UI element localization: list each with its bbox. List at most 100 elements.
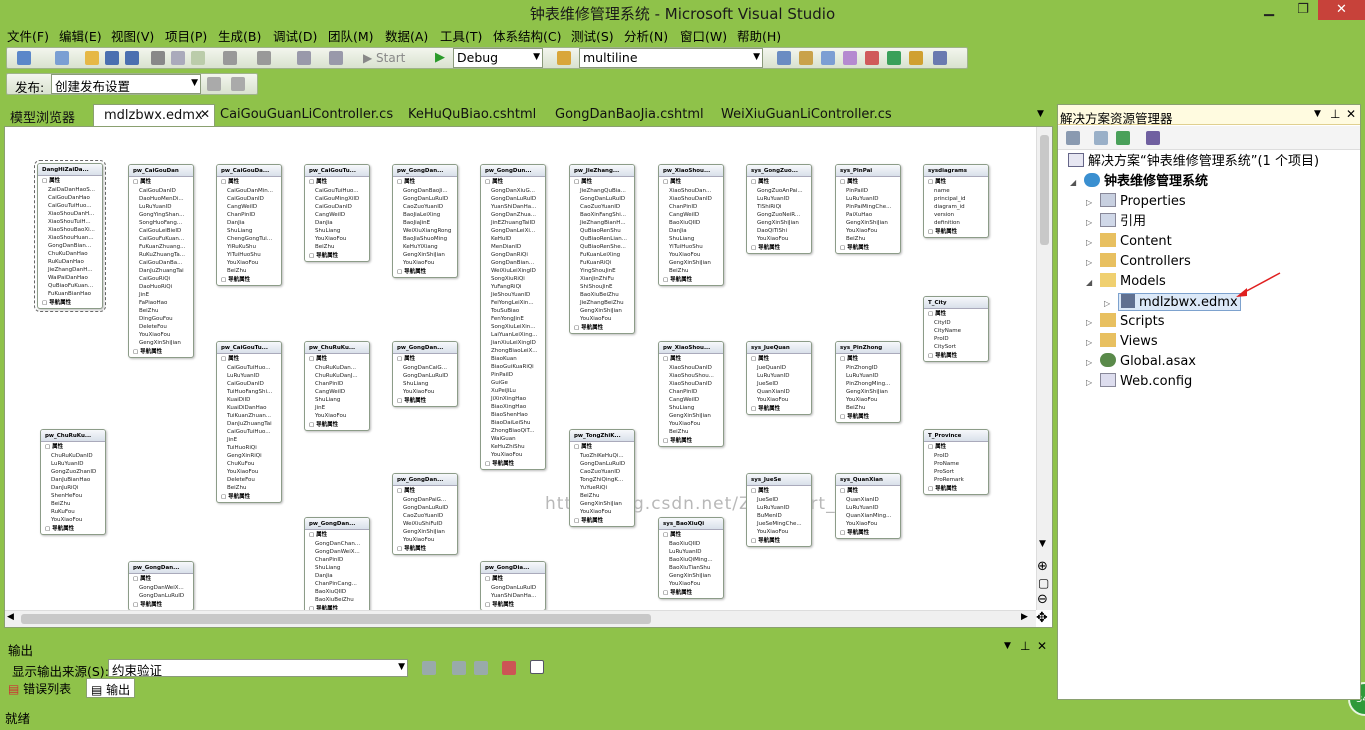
entity-property[interactable]: YiTuiHuoShu <box>659 243 723 251</box>
entity-property[interactable]: GongDanCaiG... <box>393 364 457 372</box>
entity-property[interactable]: YouXiaoFou <box>393 259 457 267</box>
entity-4[interactable]: pw_GongDan... ▢ 属性 GongDanBaoJi... GongDanL… <box>392 164 458 278</box>
entity-property[interactable]: KuaiDiDanHao <box>217 404 281 412</box>
entity-24[interactable]: sys_JueSe ▢ 属性 JueSeID LuRuYuanID BuMenID Jue… <box>746 473 812 547</box>
copy-icon[interactable] <box>171 51 185 65</box>
entity-property[interactable]: ShuLiang <box>393 380 457 388</box>
entity-property[interactable]: ChanPinID <box>305 556 369 564</box>
entity-property[interactable]: ProID <box>924 452 988 460</box>
menu-debug[interactable]: 调试(D) <box>273 26 317 45</box>
entity-property[interactable]: JueSeMingChe... <box>747 520 811 528</box>
entity-property[interactable]: LaiYuanLeiXing... <box>481 331 545 339</box>
tree-solution-root[interactable]: 解决方案“钟表维修管理系统”(1 个项目) <box>1068 153 1319 171</box>
entity-property[interactable]: LuRuYuanID <box>217 372 281 380</box>
entity-property[interactable]: TuiHuoFangShi... <box>217 388 281 396</box>
entity-property[interactable]: ZhongBiaoQiT... <box>481 427 545 435</box>
entity-12[interactable]: pw_ChuRuKu... ▢ 属性 ChuRuKuDan... ChuRuKuDan… <box>304 341 370 431</box>
entity-property[interactable]: CityID <box>924 319 988 327</box>
find-combo[interactable]: multiline ▼ <box>579 48 763 68</box>
entity-property[interactable]: PinZhongID <box>836 364 900 372</box>
entity-10[interactable]: sysdiagrams ▢ 属性 name principal_id diagram_i… <box>923 164 989 238</box>
entity-property[interactable]: QuBiaoRenLian... <box>570 235 634 243</box>
tree-project[interactable]: ◢ 钟表维修管理系统 <box>1070 173 1208 191</box>
entity-property[interactable]: GongDanBian... <box>38 242 102 250</box>
entity-property[interactable]: QuanXianMing... <box>836 512 900 520</box>
publish-profile-select[interactable]: 创建发布设置 ▼ <box>51 74 201 94</box>
entity-property[interactable]: CaiGouFuKuan... <box>129 235 193 243</box>
menu-data[interactable]: 数据(A) <box>385 26 428 45</box>
tools-icon[interactable] <box>865 51 879 65</box>
entity-property[interactable]: ChanPinID <box>217 211 281 219</box>
entity-property[interactable]: CangWeiID <box>659 396 723 404</box>
entity-property[interactable]: GengXinShiJian <box>659 572 723 580</box>
entity-6[interactable]: pw_JieZhang... ▢ 属性 JieZhangQuBia... GongDa… <box>569 164 635 334</box>
entity-27[interactable]: sys_BaoXiuQi ▢ 属性 BaoXiuQIID LuRuYuanID BaoX… <box>658 517 724 599</box>
entity-property[interactable]: PinPaiID <box>481 371 545 379</box>
entity-property[interactable]: FeiYongLeiXin... <box>481 299 545 307</box>
entity-property[interactable]: JinEZhuangTaiID <box>481 219 545 227</box>
entity-property[interactable]: GongDanBian... <box>481 259 545 267</box>
find-message-icon[interactable] <box>422 661 436 675</box>
entity-property[interactable]: CaiGouMingXiID <box>305 195 369 203</box>
entity-property[interactable]: WeiXiuXiangRong <box>393 227 457 235</box>
entity-property[interactable]: ProRemark <box>924 476 988 484</box>
entity-property[interactable]: GengXinShiJian <box>570 500 634 508</box>
entity-property[interactable]: TuoZhiKeHuQi... <box>570 452 634 460</box>
entity-property[interactable]: ShiShouJinE <box>570 283 634 291</box>
window-position-icon[interactable]: ▼ <box>1004 641 1011 651</box>
entity-property[interactable]: YuanShiDanHa... <box>481 592 545 600</box>
minimize-button[interactable]: ▁ <box>1256 0 1282 20</box>
entity-property[interactable]: principal_id <box>924 195 988 203</box>
entity-property[interactable]: ChuKuFou <box>217 460 281 468</box>
entity-property[interactable]: DanJia <box>305 219 369 227</box>
entity-property[interactable]: BeiZhu <box>570 492 634 500</box>
properties-icon[interactable] <box>1066 131 1080 145</box>
tree-item-content[interactable]: ▷ Content <box>1086 233 1172 251</box>
refresh-icon[interactable] <box>1116 131 1130 145</box>
add-item-icon[interactable] <box>55 51 69 65</box>
entity-22[interactable]: sys_PinZhong ▢ 属性 PinZhongID LuRuYuanID PinZ… <box>835 341 901 423</box>
entity-property[interactable]: GongDanRiQi <box>481 251 545 259</box>
entity-property[interactable]: CaiGouTuiHuo... <box>38 202 102 210</box>
designer-vertical-scrollbar[interactable]: ▼ ⊕ ▢ ⊖ <box>1036 127 1052 610</box>
restore-button[interactable]: ❐ <box>1290 0 1316 20</box>
entity-property[interactable]: GengXinRiQi <box>217 452 281 460</box>
entity-property[interactable]: BeiZhu <box>836 404 900 412</box>
pan-icon[interactable]: ✥ <box>1036 610 1048 626</box>
entity-property[interactable]: BeiZhu <box>836 235 900 243</box>
entity-property[interactable]: GongDanLuRuID <box>393 195 457 203</box>
entity-property[interactable]: BaoXiuQIID <box>659 219 723 227</box>
entity-property[interactable]: XiaoShouTuiH... <box>38 218 102 226</box>
entity-property[interactable]: WeiXiuLeiXingID <box>481 267 545 275</box>
entity-property[interactable]: GengXinShiJian <box>836 219 900 227</box>
entity-property[interactable]: BuMenID <box>747 512 811 520</box>
pin-icon[interactable]: ⊥ <box>1020 639 1030 653</box>
menu-analyze[interactable]: 分析(N) <box>624 26 668 45</box>
entity-property[interactable]: BaoXiuBeiZhu <box>570 291 634 299</box>
entity-property[interactable]: YouXiaoFou <box>659 251 723 259</box>
entity-property[interactable]: JinE <box>217 436 281 444</box>
class-diagram-icon[interactable] <box>1146 131 1160 145</box>
close-icon[interactable]: ✕ <box>1037 639 1047 653</box>
entity-property[interactable]: XiaoShouDanID <box>659 195 723 203</box>
entity-property[interactable]: GengXinShiJian <box>129 339 193 347</box>
entity-property[interactable]: BiaoKuan <box>481 355 545 363</box>
entity-7[interactable]: pw_XiaoShou... ▢ 属性 XiaoShouDan... XiaoShou… <box>658 164 724 286</box>
run-icon[interactable]: ▶ <box>435 50 445 65</box>
entity-property[interactable]: YouXiaoFou <box>41 516 105 524</box>
entity-property[interactable]: LuRuYuanID <box>836 195 900 203</box>
entity-property[interactable]: MenDianID <box>481 243 545 251</box>
entity-property[interactable]: WaiGuan <box>481 435 545 443</box>
entity-property[interactable]: YingShouJinE <box>570 267 634 275</box>
entity-property[interactable]: GongDanXiuG... <box>481 187 545 195</box>
entity-property[interactable]: GongDanZhua... <box>481 211 545 219</box>
entity-property[interactable]: LuRuYuanID <box>747 372 811 380</box>
entity-property[interactable]: BaoXiuQiMing... <box>659 556 723 564</box>
menu-test[interactable]: 测试(S) <box>571 26 614 45</box>
entity-property[interactable]: GongDanLuRuID <box>393 372 457 380</box>
entity-property[interactable]: ChuRuKuDanID <box>41 452 105 460</box>
entity-property[interactable]: YouXiaoFou <box>570 315 634 323</box>
scroll-thumb[interactable] <box>21 614 651 624</box>
entity-2[interactable]: pw_CaiGouDa... ▢ 属性 CaiGouDanMin... CaiGouD… <box>216 164 282 286</box>
entity-property[interactable]: ShuLiang <box>305 396 369 404</box>
